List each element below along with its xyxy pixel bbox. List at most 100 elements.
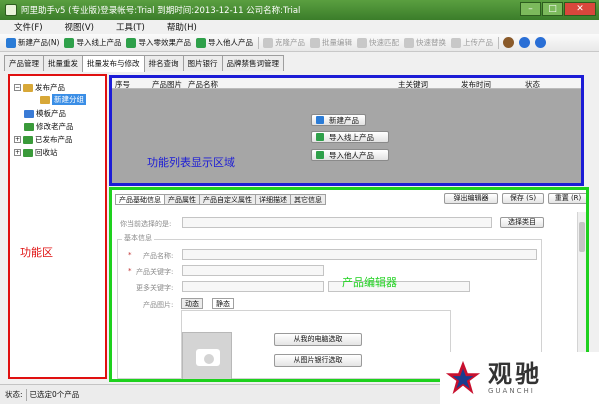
- toolbar-button-icon: [126, 37, 137, 48]
- tools-icon[interactable]: [502, 37, 514, 48]
- import-online-products-button[interactable]: 导入线上产品: [64, 37, 121, 48]
- batch-edit-button[interactable]: 批量编辑: [309, 37, 352, 48]
- new-product-button[interactable]: 新建产品: [311, 114, 366, 126]
- main-tabs: 产品管理 批量重发 批量发布与修改 排名查询 图片银行 品牌禁售词管理: [0, 55, 284, 72]
- more-keyword-field-1[interactable]: [182, 281, 324, 292]
- toolbar-button-label: 导入线上产品: [76, 38, 122, 47]
- edit-icon: [24, 122, 34, 131]
- upload-product-button[interactable]: 上传产品: [450, 37, 493, 48]
- watermark: 观驰 GUANCHI: [440, 352, 599, 404]
- tree-item-publish-products[interactable]: − 发布产品: [14, 82, 65, 93]
- toolbar-button-label: 快速替换: [415, 38, 446, 47]
- editor-tabs: 产品基础信息 产品属性 产品自定义属性 详细描述 其它信息: [115, 194, 326, 205]
- quick-replace-button[interactable]: 快速替换: [403, 37, 446, 48]
- toolbar-button-icon: [450, 37, 461, 48]
- clone-product-button[interactable]: 克隆产品: [262, 37, 305, 48]
- tab-brand-banned-words[interactable]: 品牌禁售词管理: [221, 55, 284, 71]
- import-online-products-button[interactable]: 导入线上产品: [311, 131, 389, 143]
- list-header: 序号 产品图片 产品名称 主关键词 发布时间 状态: [112, 78, 581, 89]
- status-text: 已选定0个产品: [29, 390, 80, 399]
- help-icon[interactable]: [518, 37, 530, 48]
- tab-ranking-query[interactable]: 排名查询: [143, 55, 184, 71]
- column-header-name[interactable]: 产品名称: [188, 79, 218, 90]
- product-name-field[interactable]: [182, 249, 537, 260]
- product-keyword-field[interactable]: [182, 265, 324, 276]
- menu-tools[interactable]: 工具(T): [116, 21, 145, 33]
- import-others-products-button[interactable]: 导入他人产品: [195, 37, 253, 48]
- tree-item-label: 已发布产品: [35, 135, 73, 144]
- product-name-label: 产品名称:: [143, 252, 174, 260]
- expand-icon[interactable]: +: [14, 149, 21, 156]
- toolbar-button-label: 批量编辑: [321, 38, 352, 47]
- reset-button[interactable]: 重置 (R): [548, 193, 586, 204]
- toolbar-separator: [497, 36, 499, 49]
- title-bar: 阿里助手v5 (专业版)登录帐号:Trial 到期时间:2013-12-11 公…: [0, 0, 599, 20]
- select-from-computer-button[interactable]: 从我的电脑选取: [274, 333, 362, 346]
- app-icon: [5, 4, 17, 16]
- tree-item-published-products[interactable]: + 已发布产品: [14, 134, 73, 145]
- column-header-index[interactable]: 序号: [115, 79, 130, 90]
- tab-other-info[interactable]: 其它信息: [290, 194, 326, 205]
- expand-icon[interactable]: +: [14, 136, 21, 143]
- list-area-label: 功能列表显示区域: [147, 156, 235, 169]
- import-icon: [316, 151, 324, 159]
- tab-custom-attributes[interactable]: 产品自定义属性: [199, 194, 256, 205]
- window-controls: – □ ✕: [519, 2, 596, 16]
- tree-item-recycle-bin[interactable]: + 回收站: [14, 147, 58, 158]
- tree-item-label: 修改老产品: [36, 122, 74, 131]
- tree-item-template-products[interactable]: 模板产品: [24, 108, 66, 119]
- minimize-button[interactable]: –: [520, 2, 541, 16]
- product-list-panel: 序号 产品图片 产品名称 主关键词 发布时间 状态 新建产品 导入线上产品 导入…: [109, 75, 584, 186]
- maximize-button[interactable]: □: [542, 2, 563, 16]
- tab-image-bank[interactable]: 图片银行: [182, 55, 223, 71]
- quick-match-button[interactable]: 快速匹配: [356, 37, 399, 48]
- toolbar-button-label: 导入他人产品: [207, 38, 253, 47]
- menu-bar: 文件(F) 视图(V) 工具(T) 帮助(H): [0, 20, 599, 34]
- tab-basic-info[interactable]: 产品基础信息: [115, 194, 165, 205]
- menu-help[interactable]: 帮助(H): [167, 21, 197, 33]
- required-mark: *: [128, 251, 132, 259]
- category-field[interactable]: [182, 217, 492, 228]
- toolbar-button-label: 克隆产品: [274, 38, 305, 47]
- tab-product-management[interactable]: 产品管理: [4, 55, 44, 71]
- tree-item-modify-old-products[interactable]: 修改老产品: [24, 121, 74, 132]
- tab-batch-publish-modify[interactable]: 批量发布与修改: [82, 55, 145, 72]
- save-button[interactable]: 保存 (S): [502, 193, 544, 204]
- template-icon: [24, 109, 34, 118]
- column-header-image[interactable]: 产品图片: [152, 79, 182, 90]
- watermark-english: GUANCHI: [488, 387, 535, 395]
- tree-item-new-group[interactable]: 新建分组: [40, 94, 86, 105]
- tab-attributes[interactable]: 产品属性: [164, 194, 200, 205]
- status-divider: [25, 388, 27, 401]
- info-icon[interactable]: [534, 37, 546, 48]
- toolbar-button-label: 新建产品(N): [18, 38, 60, 47]
- button-label: 导入线上产品: [329, 132, 374, 142]
- scrollbar-thumb[interactable]: [579, 222, 585, 252]
- toolbar-button-label: 快速匹配: [368, 38, 399, 47]
- camera-icon: [196, 349, 220, 366]
- close-button[interactable]: ✕: [564, 2, 596, 16]
- tab-image-static[interactable]: 静态: [212, 298, 234, 309]
- new-product-button[interactable]: 新建产品(N): [6, 37, 59, 48]
- column-header-status[interactable]: 状态: [525, 79, 540, 90]
- popup-editor-button[interactable]: 弹出编辑器: [444, 193, 498, 204]
- column-header-keyword[interactable]: 主关键词: [398, 79, 428, 90]
- import-zero-effect-products-button[interactable]: 导入零效果产品: [126, 37, 191, 48]
- tree-item-label: 新建分组: [52, 94, 86, 105]
- toolbar-button-icon: [262, 37, 273, 48]
- product-keyword-label: 产品关键字:: [136, 268, 174, 276]
- column-header-publish-time[interactable]: 发布时间: [461, 79, 491, 90]
- menu-view[interactable]: 视图(V): [65, 21, 94, 33]
- more-keywords-label: 更多关键字:: [136, 284, 174, 292]
- toolbar-button-icon: [6, 37, 16, 48]
- tab-image-dynamic[interactable]: 动态: [181, 298, 203, 309]
- select-from-image-bank-button[interactable]: 从图片银行选取: [274, 354, 362, 367]
- import-icon: [316, 133, 324, 141]
- button-label: 新建产品: [329, 115, 359, 125]
- import-others-products-button[interactable]: 导入他人产品: [311, 149, 389, 161]
- tab-description[interactable]: 详细描述: [255, 194, 291, 205]
- choose-category-button[interactable]: 选择类目: [500, 217, 544, 228]
- tab-batch-republish[interactable]: 批量重发: [43, 55, 83, 71]
- menu-file[interactable]: 文件(F): [14, 21, 43, 33]
- collapse-icon[interactable]: −: [14, 84, 21, 91]
